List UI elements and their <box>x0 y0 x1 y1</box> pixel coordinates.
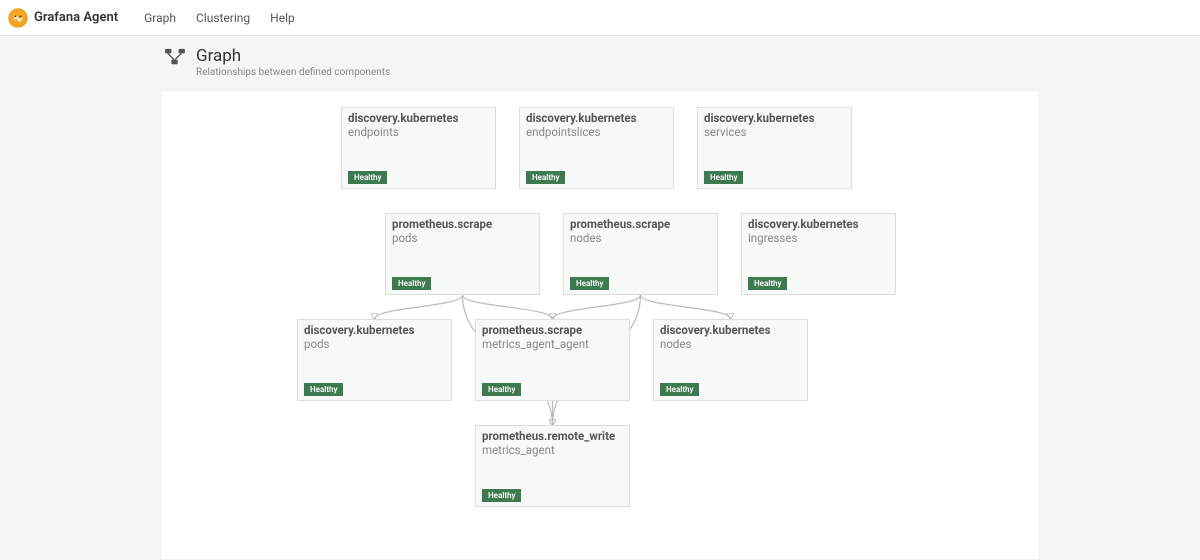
status-badge: Healthy <box>748 277 787 290</box>
node-type: prometheus.scrape <box>482 324 623 338</box>
node-label: nodes <box>660 338 801 352</box>
grafana-agent-icon <box>8 8 28 28</box>
graph-canvas[interactable]: discovery.kubernetesendpointsHealthydisc… <box>160 90 1040 560</box>
status-badge: Healthy <box>348 171 387 184</box>
graph-node[interactable]: prometheus.scrapenodes Healthy <box>563 213 718 295</box>
page-title: Graph <box>196 46 390 66</box>
status-badge: Healthy <box>704 171 743 184</box>
nav-item-help[interactable]: Help <box>260 11 305 25</box>
status-badge: Healthy <box>304 383 343 396</box>
status-badge: Healthy <box>526 171 565 184</box>
graph-node[interactable]: prometheus.scrapemetrics_agent_agent Heal… <box>475 319 630 401</box>
node-type: prometheus.remote_write <box>482 430 623 444</box>
node-label: metrics_agent_agent <box>482 338 623 352</box>
node-type: discovery.kubernetes <box>704 112 845 126</box>
node-type: discovery.kubernetes <box>660 324 801 338</box>
status-badge: Healthy <box>482 489 521 502</box>
graph-node[interactable]: discovery.kubernetesnodes Healthy <box>653 319 808 401</box>
node-label: endpoints <box>348 126 489 140</box>
node-type: discovery.kubernetes <box>304 324 445 338</box>
node-type: discovery.kubernetes <box>748 218 889 232</box>
status-badge: Healthy <box>392 277 431 290</box>
graph-node[interactable]: discovery.kubernetesservices Healthy <box>697 107 852 189</box>
node-type: discovery.kubernetes <box>526 112 667 126</box>
node-label: nodes <box>570 232 711 246</box>
node-label: endpointslices <box>526 126 667 140</box>
status-badge: Healthy <box>570 277 609 290</box>
graph-icon <box>164 48 186 66</box>
graph-node[interactable]: prometheus.remote_writemetrics_agent Heal… <box>475 425 630 507</box>
node-type: prometheus.scrape <box>570 218 711 232</box>
graph-node[interactable]: discovery.kubernetesendpointslices Health… <box>519 107 674 189</box>
page-header: Graph Relationships between defined comp… <box>0 36 1200 86</box>
node-label: pods <box>304 338 445 352</box>
node-label: services <box>704 126 845 140</box>
status-badge: Healthy <box>482 383 521 396</box>
graph-node[interactable]: discovery.kubernetespods Healthy <box>297 319 452 401</box>
graph-node[interactable]: prometheus.scrapepods Healthy <box>385 213 540 295</box>
nav-item-clustering[interactable]: Clustering <box>186 11 260 25</box>
nav-item-graph[interactable]: Graph <box>134 11 186 25</box>
page-subtitle: Relationships between defined components <box>196 67 390 78</box>
app-logo[interactable]: Grafana Agent <box>8 8 118 28</box>
graph-node[interactable]: discovery.kubernetesendpoints Healthy <box>341 107 496 189</box>
node-type: prometheus.scrape <box>392 218 533 232</box>
graph-node[interactable]: discovery.kubernetesingresses Healthy <box>741 213 896 295</box>
node-label: ingresses <box>748 232 889 246</box>
status-badge: Healthy <box>660 383 699 396</box>
node-label: pods <box>392 232 533 246</box>
node-label: metrics_agent <box>482 444 623 458</box>
app-name: Grafana Agent <box>34 10 118 25</box>
node-type: discovery.kubernetes <box>348 112 489 126</box>
app-header: Grafana Agent Graph Clustering Help <box>0 0 1200 36</box>
